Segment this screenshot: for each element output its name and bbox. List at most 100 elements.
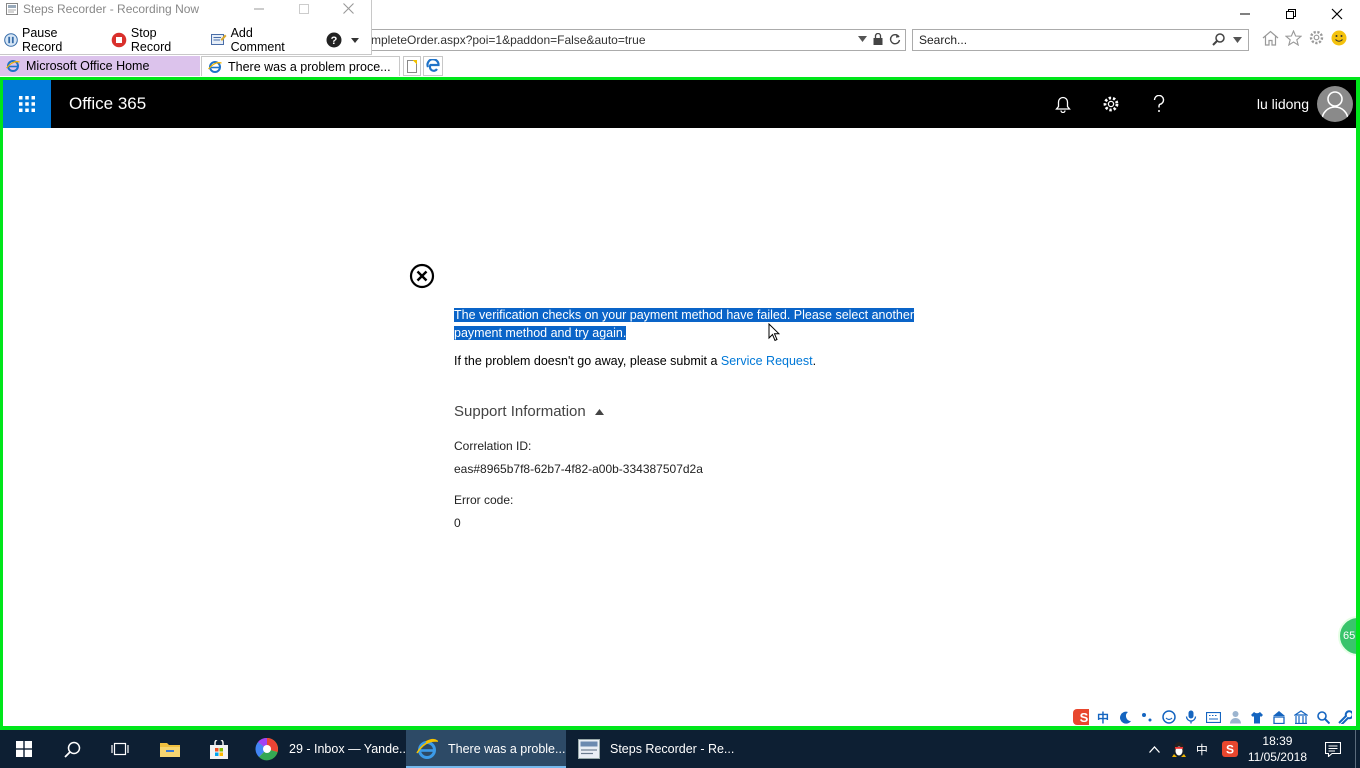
- tab-label: Microsoft Office Home: [26, 59, 150, 73]
- search-placeholder: Search...: [919, 33, 968, 47]
- taskbar-app-label: 29 - Inbox — Yande...: [289, 742, 410, 756]
- new-tab-button[interactable]: [403, 56, 421, 76]
- start-button[interactable]: [0, 730, 48, 768]
- building-icon[interactable]: [1293, 709, 1309, 725]
- action-center-icon[interactable]: [1325, 741, 1341, 757]
- address-url: mpleteOrder.aspx?poi=1&paddon=False&auto…: [371, 33, 646, 47]
- file-explorer-button[interactable]: [146, 730, 194, 768]
- caret-up-icon: [594, 408, 604, 415]
- notifications-button[interactable]: [1039, 80, 1087, 128]
- close-window-button[interactable]: [1314, 0, 1360, 28]
- steps-maximize-button[interactable]: [281, 0, 326, 17]
- o365-header: Office 365 lu lidong: [3, 80, 1356, 128]
- steps-recorder-window: Steps Recorder - Recording Now Pause Rec…: [0, 0, 372, 55]
- microphone-icon[interactable]: [1183, 709, 1199, 725]
- refresh-icon[interactable]: [889, 33, 901, 45]
- user-profile-icon[interactable]: [1227, 709, 1243, 725]
- tray-lang-indicator[interactable]: 中: [1196, 741, 1208, 758]
- help-prefix: If the problem doesn't go away, please s…: [454, 354, 721, 368]
- ime-lang-label[interactable]: 中: [1095, 709, 1111, 725]
- steps-recorder-icon: [6, 3, 18, 15]
- tab-problem-page[interactable]: There was a problem proce...: [201, 56, 400, 76]
- toolbox-icon[interactable]: [1271, 709, 1287, 725]
- error-content: The verification checks on your payment …: [3, 128, 1356, 726]
- steps-minimize-button[interactable]: [236, 0, 281, 17]
- skin-shirt-icon[interactable]: [1249, 709, 1265, 725]
- taskbar-app-yandex[interactable]: 29 - Inbox — Yande...: [245, 730, 409, 768]
- error-message-text: The verification checks on your payment …: [454, 308, 914, 340]
- settings-gear-icon[interactable]: [1308, 29, 1325, 46]
- punctuation-icon[interactable]: [1139, 709, 1155, 725]
- qq-penguin-icon[interactable]: [1171, 741, 1186, 758]
- avatar[interactable]: [1317, 86, 1353, 122]
- show-hidden-icons-icon[interactable]: [1148, 745, 1160, 753]
- internet-explorer-icon: [416, 738, 438, 760]
- help-button[interactable]: [1135, 80, 1183, 128]
- steps-close-button[interactable]: [326, 0, 371, 17]
- browser-window-controls: [1222, 0, 1360, 28]
- minimize-button[interactable]: [1222, 0, 1268, 28]
- sogou-tray-icon[interactable]: S: [1221, 741, 1238, 757]
- gear-icon: [1103, 96, 1119, 112]
- support-info-toggle[interactable]: Support Information: [454, 403, 604, 420]
- search-dropdown-icon[interactable]: [1233, 36, 1242, 43]
- mouse-cursor-icon: [768, 323, 780, 342]
- help-button[interactable]: ?: [326, 32, 342, 48]
- ie-page-icon: [208, 60, 222, 74]
- tab-strip: Microsoft Office Home There was a proble…: [0, 55, 1360, 77]
- yandex-browser-icon: [255, 737, 279, 761]
- service-request-link[interactable]: Service Request: [721, 354, 813, 368]
- steps-recorder-title: Steps Recorder - Recording Now: [23, 2, 200, 16]
- svg-text:S: S: [1226, 743, 1234, 757]
- clock-date: 11/05/2018: [1247, 750, 1307, 764]
- clock[interactable]: 18:39 11/05/2018: [1248, 733, 1307, 765]
- magnifier-icon[interactable]: [1315, 709, 1331, 725]
- add-comment-label: Add Comment: [230, 26, 285, 54]
- steps-toolbar: Pause Record Stop Record Add Comment ?: [0, 26, 371, 54]
- sogou-ime-icon[interactable]: S: [1073, 709, 1089, 725]
- floating-badge-text: 65: [1343, 630, 1356, 642]
- settings-button[interactable]: [1087, 80, 1135, 128]
- edge-icon[interactable]: [423, 56, 443, 76]
- taskbar-app-steps[interactable]: Steps Recorder - Re...: [568, 730, 734, 768]
- search-button[interactable]: [48, 730, 96, 768]
- smiley-feedback-icon[interactable]: [1331, 30, 1347, 46]
- keyboard-icon[interactable]: [1205, 709, 1221, 725]
- emoji-icon[interactable]: [1161, 709, 1177, 725]
- help-dropdown-icon[interactable]: [351, 37, 359, 43]
- dropdown-arrow-icon[interactable]: [858, 36, 867, 42]
- steps-recorder-titlebar: Steps Recorder - Recording Now: [6, 0, 199, 18]
- stop-record-button[interactable]: Stop Record: [111, 26, 195, 54]
- restore-button[interactable]: [1268, 0, 1314, 28]
- support-info-heading: Support Information: [454, 403, 586, 420]
- browser-toolbar-icons: [1262, 29, 1347, 46]
- brand-title[interactable]: Office 365: [69, 80, 146, 128]
- tab-office-home[interactable]: Microsoft Office Home: [0, 56, 200, 76]
- app-launcher-button[interactable]: [3, 80, 51, 128]
- windows-logo-icon: [16, 741, 32, 757]
- question-icon: [1153, 95, 1165, 112]
- moon-icon[interactable]: [1117, 709, 1133, 725]
- search-input[interactable]: Search...: [912, 29, 1249, 51]
- task-view-button[interactable]: [96, 730, 144, 768]
- user-icon: [1321, 91, 1349, 121]
- show-desktop-button[interactable]: [1355, 730, 1360, 768]
- clock-time: 18:39: [1262, 734, 1293, 748]
- error-code-value: 0: [454, 516, 461, 530]
- home-icon[interactable]: [1262, 30, 1279, 46]
- store-button[interactable]: [195, 730, 243, 768]
- address-bar[interactable]: mpleteOrder.aspx?poi=1&paddon=False&auto…: [360, 29, 906, 51]
- lock-icon[interactable]: [873, 33, 883, 45]
- wrench-icon[interactable]: [1337, 709, 1353, 725]
- page-viewport: Office 365 lu lidong The verification ch…: [0, 77, 1360, 730]
- pause-record-button[interactable]: Pause Record: [4, 26, 95, 54]
- svg-text:?: ?: [331, 35, 338, 47]
- search-icon[interactable]: [1212, 33, 1225, 46]
- taskbar-app-ie[interactable]: There was a proble...: [406, 730, 566, 768]
- user-name[interactable]: lu lidong: [1257, 80, 1309, 128]
- floating-badge[interactable]: 65: [1338, 616, 1356, 656]
- favorites-star-icon[interactable]: [1285, 29, 1302, 46]
- ime-toolbar: S 中: [1073, 706, 1353, 726]
- close-tab-icon[interactable]: [398, 62, 399, 71]
- add-comment-button[interactable]: Add Comment: [210, 26, 304, 54]
